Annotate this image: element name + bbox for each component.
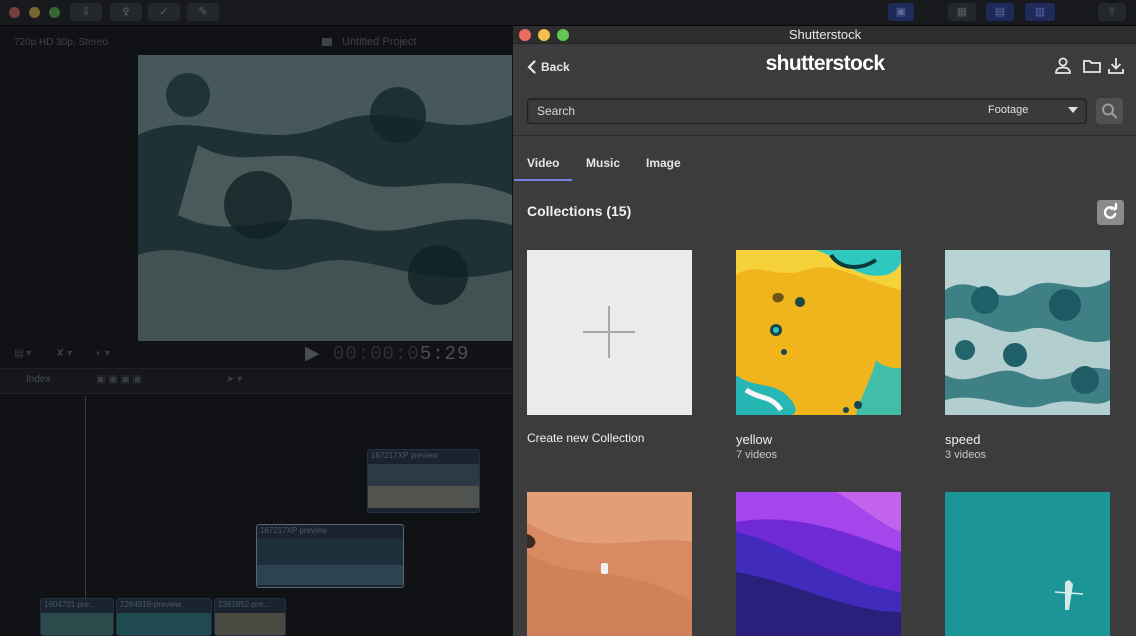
- collection-thumbnail: [736, 492, 901, 636]
- project-name: Untitled Project: [342, 36, 417, 48]
- plus-icon: [583, 306, 635, 358]
- viewer-frame: [138, 55, 512, 341]
- editor-speed-icon[interactable]: ◐ ▾: [96, 348, 110, 360]
- editor-import-icon[interactable]: ⇩: [70, 3, 102, 21]
- search-type-dropdown[interactable]: Footage: [948, 99, 1086, 123]
- folder-icon[interactable]: [1082, 56, 1102, 76]
- editor-toolbar: ⇩ ⚴ ✓ ✎ ▣ ▦ ▤ ▥ ⇧: [0, 0, 1136, 26]
- timeline-toolbar: [0, 368, 512, 394]
- window-title: Shutterstock: [788, 27, 862, 42]
- tab-video[interactable]: Video: [527, 156, 559, 170]
- timeline-clip[interactable]: 2284918-preview: [116, 598, 212, 636]
- clip-name: 167217XP preview: [371, 451, 439, 460]
- editor-close-button[interactable]: [9, 7, 20, 18]
- collection-count: 7 videos: [736, 449, 777, 461]
- create-collection-card[interactable]: Create new Collection: [527, 250, 692, 445]
- editor-tools-icon[interactable]: ✘ ▾: [56, 348, 72, 360]
- collection-thumbnail: [527, 492, 692, 636]
- editor-inspector-icon[interactable]: ▥: [1025, 3, 1055, 21]
- collection-thumbnail: [945, 250, 1110, 415]
- timeline-ruler: [0, 396, 512, 412]
- editor-timeline-icon[interactable]: ▤: [986, 3, 1014, 21]
- editor-zoom-button[interactable]: [49, 7, 60, 18]
- window-titlebar: Shutterstock: [513, 26, 1136, 44]
- timecode-dim: 00:00:0: [333, 343, 420, 365]
- editor-minimize-button[interactable]: [29, 7, 40, 18]
- editor-browser-icon[interactable]: ▦: [948, 3, 976, 21]
- refresh-icon: [1103, 202, 1118, 219]
- collection-thumbnail: [945, 492, 1110, 636]
- search-type-selected: Footage: [988, 104, 1029, 116]
- collection-card[interactable]: [736, 492, 901, 636]
- viewer-ocean-image: [138, 55, 512, 341]
- project-title: Untitled Project: [322, 36, 417, 48]
- collection-count: 3 videos: [945, 449, 986, 461]
- clip-thumbnail: [215, 613, 285, 635]
- download-icon[interactable]: [1106, 56, 1126, 76]
- search-input[interactable]: [528, 99, 948, 123]
- timeline-select-tool-icon[interactable]: ➤ ▾: [226, 374, 242, 386]
- timecode-value: 5:29: [419, 343, 470, 365]
- shutterstock-logo: shutterstock: [765, 52, 885, 75]
- timecode-display: ▶ 00:00:05:29: [305, 343, 470, 365]
- clip-name: 2284918-preview: [120, 600, 182, 609]
- collection-name: speed: [945, 432, 981, 447]
- editor-pencil-icon[interactable]: ✎: [187, 3, 219, 21]
- search-button[interactable]: [1096, 98, 1123, 124]
- account-icon[interactable]: [1053, 56, 1073, 76]
- shutterstock-window: Shutterstock Back shutterstock Footage V…: [512, 26, 1136, 636]
- search-icon: [1102, 103, 1118, 119]
- project-doc-icon: [322, 38, 332, 47]
- media-tabs: Video Music Image: [513, 136, 1136, 182]
- timeline-clip-selected[interactable]: 167217XP preview: [256, 524, 404, 588]
- clip-name: 2361852-pre...: [218, 600, 271, 609]
- collection-card[interactable]: [945, 492, 1110, 636]
- search-bar: Footage: [527, 98, 1087, 124]
- clip-name: 167217XP preview: [260, 526, 328, 535]
- format-label: 720p HD 30p, Stereo: [14, 37, 108, 48]
- app-header: Back shutterstock: [513, 44, 1136, 90]
- timeline-index-button[interactable]: Index: [26, 374, 50, 385]
- clip-thumbnail: [257, 539, 403, 585]
- tab-image[interactable]: Image: [646, 156, 681, 170]
- refresh-button[interactable]: [1097, 200, 1124, 225]
- caret-down-icon: [1068, 107, 1078, 113]
- active-tab-indicator: [514, 179, 572, 181]
- collection-card-speed[interactable]: speed 3 videos: [945, 250, 1110, 461]
- collections-heading: Collections (15): [527, 203, 632, 219]
- editor-library-icon[interactable]: ▣: [888, 3, 914, 21]
- collection-name: yellow: [736, 432, 773, 447]
- timeline-clip[interactable]: 1604701 pre...: [40, 598, 114, 636]
- timeline-clip-tools-icon[interactable]: ▣ ▣ ▣ ▣: [96, 374, 142, 386]
- tab-music[interactable]: Music: [586, 156, 620, 170]
- timeline-clip[interactable]: 167217XP preview: [367, 449, 480, 513]
- clip-thumbnail: [41, 613, 113, 635]
- create-collection-tile[interactable]: [527, 250, 692, 415]
- collection-card-yellow[interactable]: yellow 7 videos: [736, 250, 901, 461]
- editor-check-icon[interactable]: ✓: [148, 3, 180, 21]
- editor-share-icon[interactable]: ⇧: [1098, 3, 1126, 21]
- collection-thumbnail: [736, 250, 901, 415]
- clip-thumbnail: [117, 613, 211, 635]
- collection-card[interactable]: [527, 492, 692, 636]
- clip-name: 1604701 pre...: [44, 600, 96, 609]
- editor-view-options-icon[interactable]: ▤ ▾: [14, 348, 31, 360]
- editor-keywords-icon[interactable]: ⚴: [110, 3, 142, 21]
- clip-thumbnail: [368, 464, 479, 508]
- create-collection-label: Create new Collection: [527, 431, 645, 445]
- timeline-clip[interactable]: 2361852-pre...: [214, 598, 286, 636]
